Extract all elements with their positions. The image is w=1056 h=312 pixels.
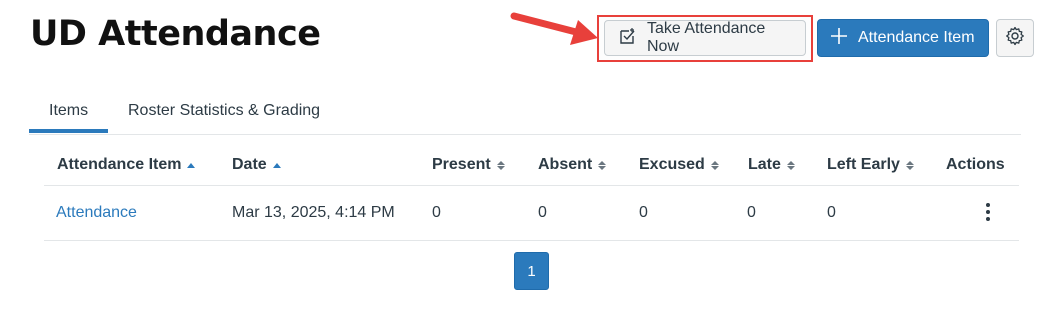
- sort-icon: [905, 160, 914, 170]
- pagination-page-button[interactable]: 1: [514, 252, 549, 290]
- plus-icon: [830, 27, 848, 50]
- sort-ascending-icon: [187, 162, 196, 168]
- take-attendance-label: Take Attendance Now: [647, 20, 766, 55]
- date-cell: Mar 13, 2025, 4:14 PM: [232, 204, 395, 221]
- take-attendance-button[interactable]: Take Attendance Now: [604, 20, 806, 56]
- settings-button[interactable]: [996, 19, 1034, 57]
- sort-icon: [496, 160, 505, 170]
- sort-ascending-icon: [272, 162, 281, 168]
- gear-icon: [1005, 26, 1025, 51]
- column-header-attendance-item[interactable]: Attendance Item: [57, 156, 196, 174]
- table-header-row: Attendance Item Date Present Absent Excu…: [44, 148, 1019, 186]
- tab-bar: Items Roster Statistics & Grading: [29, 92, 1021, 135]
- excused-cell: 0: [639, 204, 648, 221]
- attendance-table: Attendance Item Date Present Absent Excu…: [44, 148, 1019, 241]
- attendance-item-link[interactable]: Attendance: [56, 204, 137, 222]
- column-header-absent[interactable]: Absent: [538, 156, 607, 174]
- kebab-menu-icon[interactable]: [981, 200, 995, 224]
- sort-icon: [598, 160, 607, 170]
- column-header-actions: Actions: [946, 156, 1005, 173]
- column-header-date[interactable]: Date: [232, 156, 281, 174]
- add-attendance-item-label: Attendance Item: [858, 29, 975, 46]
- table-row: Attendance Mar 13, 2025, 4:14 PM 0 0 0 0…: [44, 186, 1019, 241]
- left-early-cell: 0: [827, 204, 836, 221]
- sort-icon: [786, 160, 795, 170]
- checklist-icon: [619, 27, 637, 50]
- column-header-late[interactable]: Late: [748, 156, 795, 174]
- present-cell: 0: [432, 204, 441, 221]
- add-attendance-item-button[interactable]: Attendance Item: [817, 19, 989, 57]
- column-header-left-early[interactable]: Left Early: [827, 156, 914, 174]
- tab-items[interactable]: Items: [49, 102, 88, 120]
- page-title: UD Attendance: [30, 14, 321, 54]
- late-cell: 0: [747, 204, 756, 221]
- absent-cell: 0: [538, 204, 547, 221]
- column-header-excused[interactable]: Excused: [639, 156, 719, 174]
- sort-icon: [710, 160, 719, 170]
- annotation-arrow: [510, 12, 598, 45]
- column-header-present[interactable]: Present: [432, 156, 505, 174]
- active-tab-indicator: [29, 129, 108, 133]
- tab-roster-statistics[interactable]: Roster Statistics & Grading: [128, 102, 320, 120]
